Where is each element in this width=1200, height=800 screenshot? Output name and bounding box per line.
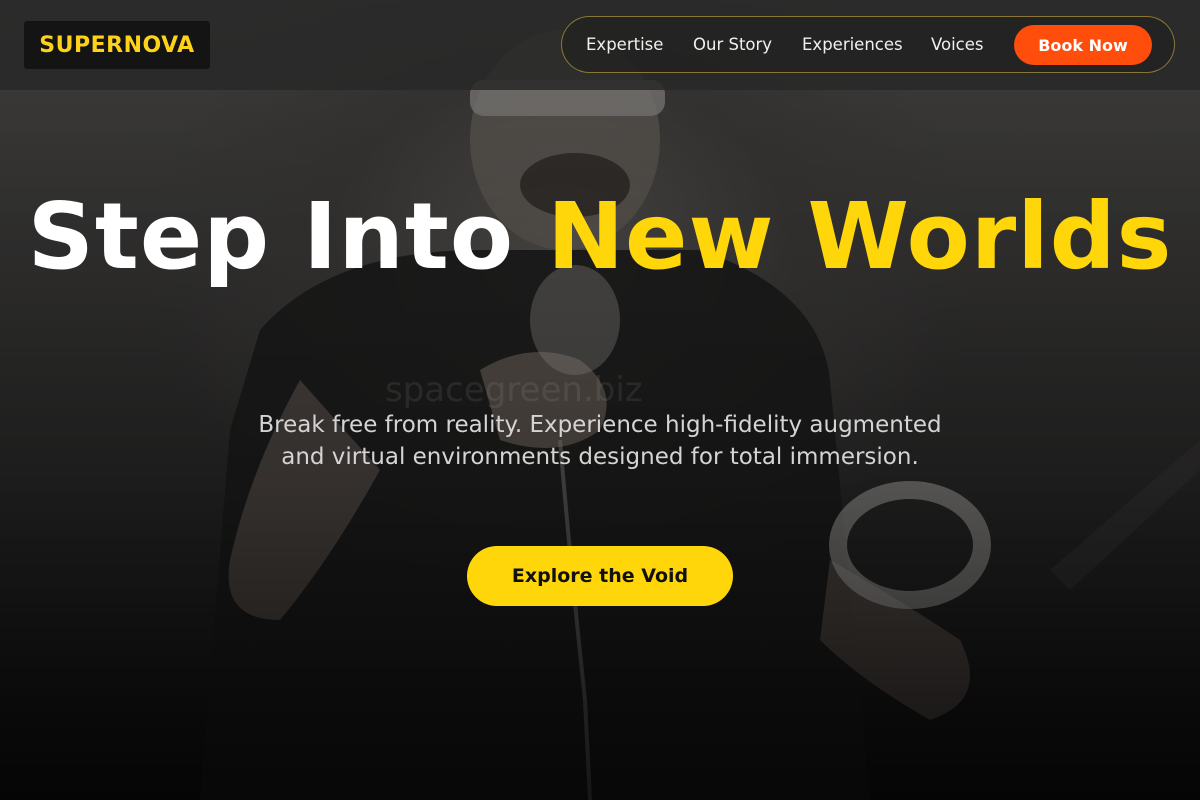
- hero-title-accent: New Worlds: [547, 183, 1173, 290]
- nav-link-voices[interactable]: Voices: [931, 17, 984, 74]
- nav-link-experiences[interactable]: Experiences: [802, 17, 903, 74]
- book-now-button[interactable]: Book Now: [1014, 25, 1152, 65]
- watermark-text: spacegreen.biz: [385, 370, 643, 410]
- top-navigation-bar: SUPERNOVA Expertise Our Story Experience…: [0, 0, 1200, 90]
- logo[interactable]: SUPERNOVA: [24, 21, 210, 69]
- explore-the-void-button[interactable]: Explore the Void: [467, 546, 733, 606]
- logo-text: SUPERNOVA: [39, 32, 195, 58]
- hero-subtitle: Break free from reality. Experience high…: [258, 412, 942, 470]
- nav-link-expertise[interactable]: Expertise: [586, 17, 663, 74]
- main-nav: Expertise Our Story Experiences Voices B…: [561, 16, 1175, 73]
- hero-title-main: Step Into: [27, 183, 548, 290]
- hero-title: Step Into New Worlds: [0, 190, 1200, 284]
- nav-link-our-story[interactable]: Our Story: [693, 17, 772, 74]
